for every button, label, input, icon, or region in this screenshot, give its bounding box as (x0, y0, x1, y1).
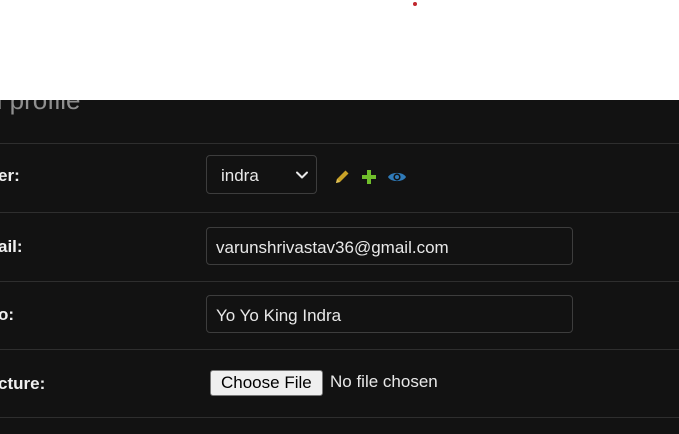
chevron-down-icon (296, 171, 308, 179)
bio-field[interactable]: Yo Yo King Indra (206, 295, 573, 333)
bio-value: Yo Yo King Indra (216, 306, 342, 325)
email-value: varunshrivastav36@gmail.com (216, 238, 449, 257)
red-dot (413, 2, 417, 6)
email-label: ail: (0, 237, 23, 256)
pencil-icon[interactable] (333, 168, 351, 186)
next-row (0, 417, 679, 434)
profile-form-area: u profile er: indra ail: varunshrivastav… (0, 100, 679, 434)
picture-label: cture: (0, 374, 46, 393)
file-status: No file chosen (330, 372, 438, 391)
plus-icon[interactable] (360, 168, 378, 186)
bio-label: o: (0, 305, 15, 324)
top-white-area (0, 0, 679, 100)
eye-icon[interactable] (387, 168, 407, 186)
user-select-value: indra (221, 166, 259, 185)
user-select[interactable]: indra (206, 155, 317, 194)
user-label: er: (0, 166, 20, 185)
choose-file-button[interactable]: Choose File (210, 370, 323, 396)
page-title: u profile (0, 100, 81, 115)
email-field[interactable]: varunshrivastav36@gmail.com (206, 227, 573, 265)
